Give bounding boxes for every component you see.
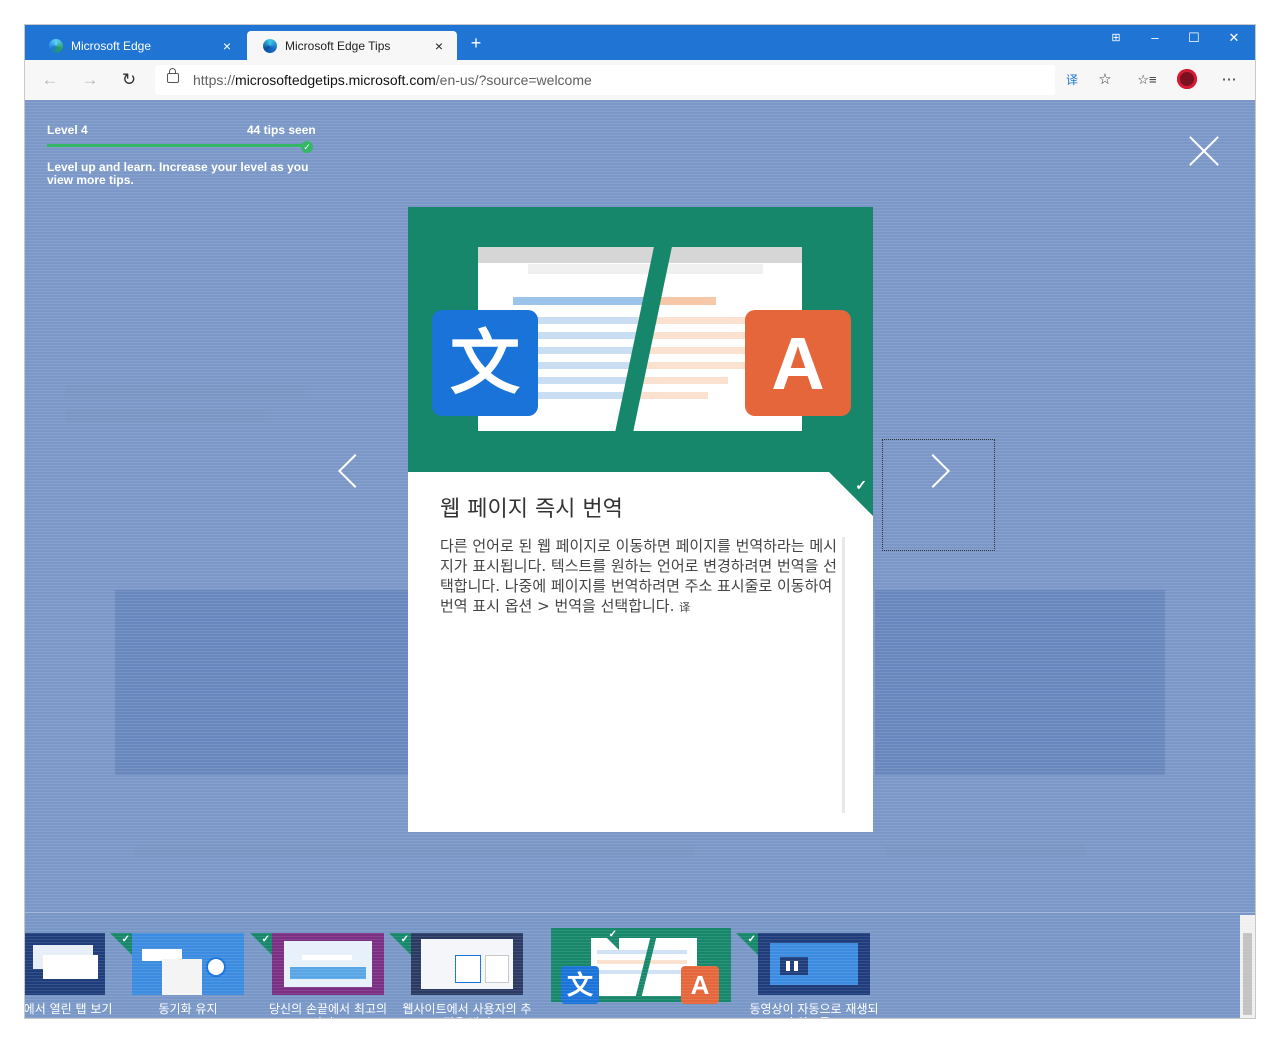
level-note: Level up and learn. Increase your level … — [47, 160, 309, 187]
edge-favicon-icon — [49, 38, 63, 53]
url-host: microsoftedgetips.microsoft.com — [235, 72, 436, 88]
refresh-button[interactable]: ↻ — [116, 68, 142, 92]
url-text[interactable]: https://microsoftedgetips.microsoft.com/… — [193, 72, 592, 88]
translate-icon[interactable]: 译 — [1059, 68, 1085, 92]
tab-label: Microsoft Edge Tips — [285, 38, 391, 53]
tab-actions-icon[interactable]: ⊞ — [1096, 25, 1136, 55]
latin-a-glyph: A — [771, 322, 824, 405]
checkmark-icon: ✓ — [855, 477, 867, 493]
tab-label: Microsoft Edge — [71, 38, 152, 53]
url-scheme: https:// — [193, 72, 236, 88]
tab-bar: Microsoft Edge × Microsoft Edge Tips × +… — [25, 25, 1255, 60]
new-tab-button[interactable]: + — [465, 32, 487, 54]
url-path: /en-us/?source=welcome — [435, 72, 592, 88]
minimize-button[interactable]: – — [1135, 25, 1175, 55]
tip-description-text: 다른 언어로 된 웹 페이지로 이동하면 페이지를 번역하라는 메시지가 표시됩… — [440, 537, 837, 615]
tip-hero-illustration: 文 A — [408, 207, 873, 472]
back-button[interactable]: ← — [37, 68, 63, 92]
favorites-list-icon[interactable]: ☆≡ — [1134, 68, 1160, 92]
level-label: Level 4 — [47, 123, 88, 137]
favorite-star-icon[interactable]: ☆ — [1092, 68, 1118, 92]
translate-inline-icon: 译 — [679, 601, 691, 614]
next-tip-button[interactable] — [882, 439, 995, 551]
maximize-button[interactable]: ☐ — [1174, 25, 1214, 55]
close-window-button[interactable]: ✕ — [1214, 25, 1254, 55]
tip-description: 다른 언어로 된 웹 페이지로 이동하면 페이지를 번역하라는 메시지가 표시됩… — [440, 536, 838, 618]
tip-card: 文 A ✓ 웹 페이지 즉시 번역 다른 언어로 된 웹 페이지로 이동하면 페… — [408, 207, 873, 832]
tab-microsoft-edge-tips[interactable]: Microsoft Edge Tips × — [247, 31, 457, 60]
lock-icon[interactable] — [167, 68, 179, 83]
tip-title: 웹 페이지 즉시 번역 — [440, 497, 623, 522]
close-tab-icon[interactable]: × — [431, 38, 447, 54]
tips-seen-count: 44 tips seen — [247, 123, 316, 137]
level-progress-fill — [47, 144, 307, 147]
browser-window: Microsoft Edge × Microsoft Edge Tips × +… — [25, 25, 1255, 1018]
chinese-character-glyph: 文 — [450, 322, 520, 404]
level-complete-check-icon: ✓ — [301, 141, 313, 153]
previous-tip-arrow-icon[interactable] — [338, 454, 372, 488]
tips-overlay-page: Level 4 44 tips seen ✓ Level up and lear… — [25, 100, 1255, 1018]
forward-button[interactable]: → — [77, 68, 103, 92]
navigation-bar: ← → ↻ https://microsoftedgetips.microsof… — [25, 60, 1255, 101]
tab-microsoft-edge[interactable]: Microsoft Edge × — [33, 31, 245, 60]
tip-scrollbar[interactable] — [842, 537, 845, 813]
address-bar[interactable]: https://microsoftedgetips.microsoft.com/… — [155, 65, 1055, 95]
edge-favicon-icon — [263, 38, 277, 53]
level-progress-bar — [47, 144, 307, 147]
profile-avatar[interactable] — [1177, 69, 1197, 89]
close-tab-icon[interactable]: × — [219, 38, 235, 54]
translate-illustration: 文 A — [432, 237, 851, 447]
more-options-icon[interactable]: ⋯ — [1216, 68, 1242, 92]
close-tips-button[interactable] — [1187, 134, 1221, 168]
